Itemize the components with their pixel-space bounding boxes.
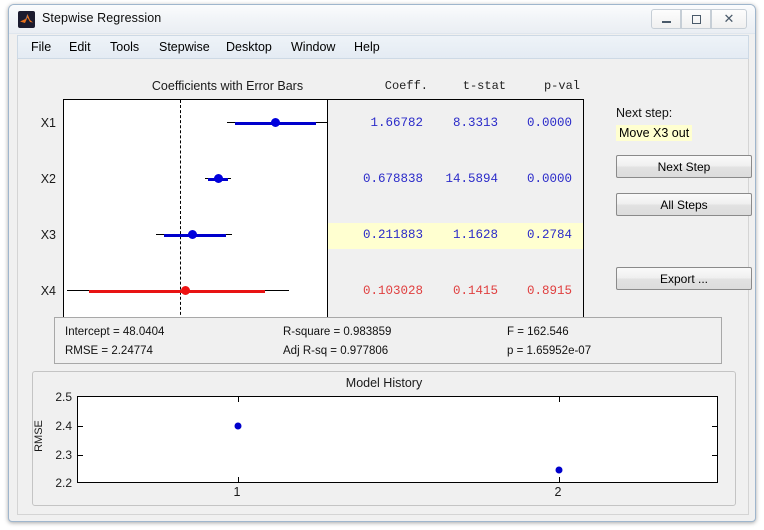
column-header-tstat: t-stat <box>462 79 506 93</box>
menu-desktop[interactable]: Desktop <box>221 39 277 55</box>
coefficients-chart-title: Coefficients with Error Bars <box>151 79 304 93</box>
hist-y-label-24: 2.4 <box>55 419 72 433</box>
hist-y-label-22: 2.2 <box>55 476 72 490</box>
stepwise-regression-window: Stepwise Regression ✕ File Edit Tools St… <box>8 4 756 522</box>
table-row[interactable]: 0.678838 14.5894 0.0000 <box>328 167 583 193</box>
next-step-button[interactable]: Next Step <box>616 155 752 178</box>
hist-x-tick-1 <box>238 477 239 482</box>
next-step-value: Move X3 out <box>616 125 693 141</box>
coefficients-plot[interactable] <box>63 99 328 326</box>
model-history-title: Model History <box>345 376 423 390</box>
menu-stepwise[interactable]: Stepwise <box>154 39 215 55</box>
title-bar: Stepwise Regression ✕ <box>9 5 755 34</box>
error-bar-row-x3 <box>64 212 327 258</box>
cell-tstat-x2: 14.5894 <box>445 172 498 186</box>
error-bar-row-x4 <box>64 268 327 314</box>
axis-label-x3: X3 <box>40 228 56 242</box>
client-area: Coefficients with Error Bars Coeff. t-st… <box>17 59 752 515</box>
stats-table: 1.66782 8.3313 0.0000 0.678838 14.5894 0… <box>328 99 584 326</box>
minimize-button[interactable] <box>651 9 681 29</box>
menu-window[interactable]: Window <box>286 39 340 55</box>
table-row[interactable]: 1.66782 8.3313 0.0000 <box>328 111 583 137</box>
hist-y-tick-right-24 <box>712 426 717 427</box>
cell-coeff-x3: 0.211883 <box>362 228 423 242</box>
next-step-label: Next step: <box>616 106 673 120</box>
column-header-pval: p-val <box>543 79 580 93</box>
error-bar-row-x1 <box>64 100 327 146</box>
menu-help[interactable]: Help <box>349 39 385 55</box>
cell-tstat-x4: 0.1415 <box>452 284 498 298</box>
hist-x-label-2: 2 <box>554 485 562 499</box>
close-icon: ✕ <box>723 11 735 27</box>
maximize-icon <box>691 14 701 24</box>
menu-file[interactable]: File <box>26 39 56 55</box>
cell-tstat-x3: 1.1628 <box>452 228 498 242</box>
menu-bar: File Edit Tools Stepwise Desktop Window … <box>17 35 749 59</box>
model-history-plot[interactable]: 2.5 2.4 2.3 2.2 <box>55 390 718 490</box>
hist-y-tick-24 <box>78 426 83 427</box>
stat-rsquare: R-square = 0.983859 <box>283 326 392 338</box>
axis-label-x1: X1 <box>40 116 56 130</box>
cell-pval-x4: 0.8915 <box>526 284 572 298</box>
coefficient-point-x1 <box>271 118 280 127</box>
error-bar-row-x2 <box>64 156 327 202</box>
hist-x-label-1: 1 <box>233 485 241 499</box>
minimize-icon <box>661 21 671 23</box>
menu-tools[interactable]: Tools <box>105 39 144 55</box>
cell-pval-x2: 0.0000 <box>526 172 572 186</box>
close-button[interactable]: ✕ <box>711 9 747 29</box>
model-history-point-1 <box>234 422 242 430</box>
cell-coeff-x1: 1.66782 <box>370 116 423 130</box>
axis-label-x2: X2 <box>40 172 56 186</box>
stat-adj-rsq: Adj R-sq = 0.977806 <box>283 345 389 357</box>
matlab-icon <box>18 11 35 28</box>
window-title: Stepwise Regression <box>42 11 162 25</box>
model-history-point-2 <box>555 466 563 474</box>
model-summary-panel: Intercept = 48.0404 RMSE = 2.24774 R-squ… <box>54 317 722 364</box>
hist-x-tick-2 <box>559 477 560 482</box>
column-header-coeff: Coeff. <box>384 79 428 93</box>
hist-x-tick-top-2 <box>559 397 560 402</box>
axis-label-x4: X4 <box>40 284 56 298</box>
cell-tstat-x1: 8.3313 <box>452 116 498 130</box>
menu-edit[interactable]: Edit <box>64 39 96 55</box>
stat-rmse: RMSE = 2.24774 <box>65 345 153 357</box>
stat-f: F = 162.546 <box>507 326 569 338</box>
maximize-button[interactable] <box>681 9 711 29</box>
stat-intercept: Intercept = 48.0404 <box>65 326 165 338</box>
hist-y-tick-right-23 <box>712 455 717 456</box>
hist-y-tick-23 <box>78 455 83 456</box>
stats-table-header: Coeff. t-stat p-val <box>338 79 583 95</box>
export-button[interactable]: Export ... <box>616 267 752 290</box>
cell-pval-x1: 0.0000 <box>526 116 572 130</box>
hist-y-label-23: 2.3 <box>55 448 72 462</box>
all-steps-button[interactable]: All Steps <box>616 193 752 216</box>
cell-coeff-x2: 0.678838 <box>362 172 423 186</box>
hist-x-tick-top-1 <box>238 397 239 402</box>
table-row-highlighted[interactable]: 0.211883 1.1628 0.2784 <box>328 223 583 249</box>
model-history-panel: Model History RMSE 2.5 2.4 2.3 2.2 1 2 <box>32 371 736 506</box>
table-row-excluded[interactable]: 0.103028 0.1415 0.8915 <box>328 279 583 305</box>
error-bar-inner-x4 <box>89 290 265 293</box>
hist-y-label-25: 2.5 <box>55 390 72 404</box>
coefficient-point-x2 <box>214 174 223 183</box>
cell-coeff-x4: 0.103028 <box>362 284 423 298</box>
stat-p: p = 1.65952e-07 <box>507 345 592 357</box>
cell-pval-x3: 0.2784 <box>526 228 572 242</box>
coefficient-point-x3 <box>188 230 197 239</box>
coefficient-point-x4 <box>181 286 190 295</box>
